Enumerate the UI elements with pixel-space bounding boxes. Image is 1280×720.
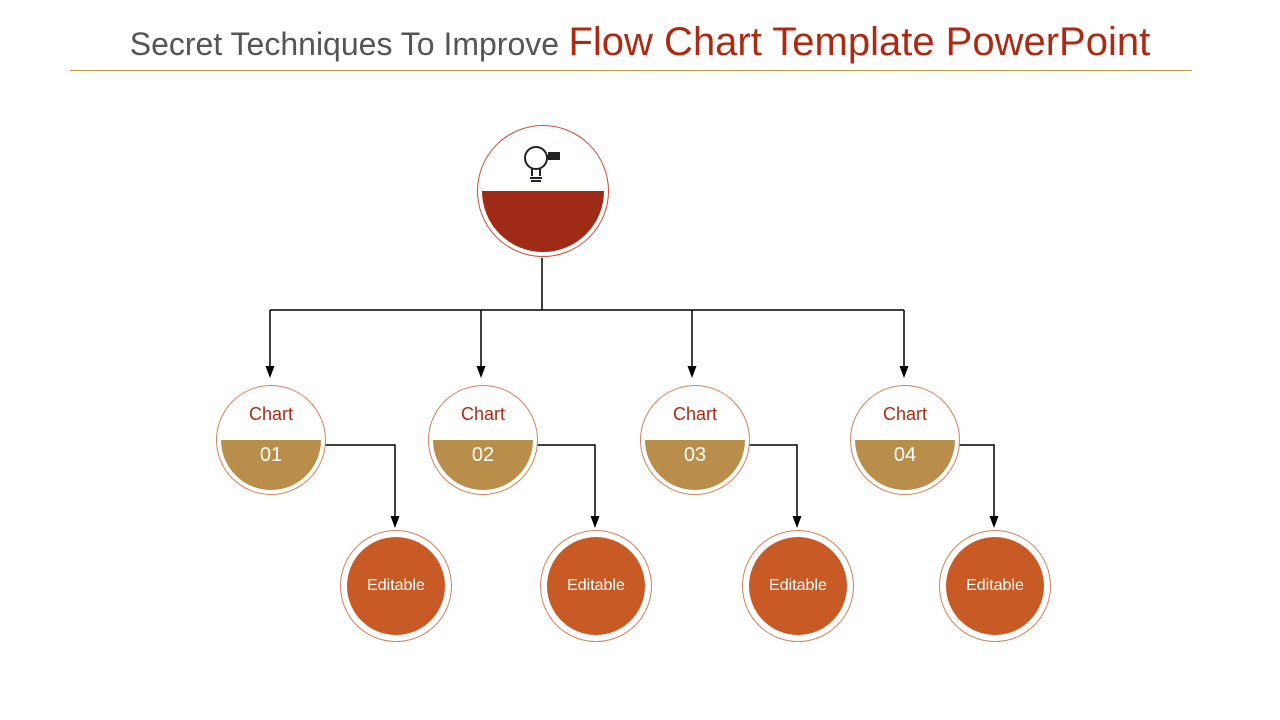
- lightbulb-icon: [518, 144, 568, 184]
- chart-label: Chart: [641, 404, 749, 425]
- chart-number: 04: [851, 444, 959, 467]
- chart-node-4: Chart 04: [850, 385, 960, 495]
- chart-label: Chart: [217, 404, 325, 425]
- leaf-label: Editable: [769, 577, 827, 595]
- leaf-inner: Editable: [946, 537, 1044, 635]
- leaf-label: Editable: [966, 577, 1024, 595]
- leaf-node-1: Editable: [340, 530, 452, 642]
- title-underline: [70, 70, 1192, 71]
- leaf-node-3: Editable: [742, 530, 854, 642]
- leaf-label: Editable: [567, 577, 625, 595]
- chart-node-1: Chart 01: [216, 385, 326, 495]
- chart-number: 02: [429, 444, 537, 467]
- chart-node-2: Chart 02: [428, 385, 538, 495]
- chart-label: Chart: [429, 404, 537, 425]
- title-second: Flow Chart Template PowerPoint: [568, 20, 1150, 64]
- chart-node-3: Chart 03: [640, 385, 750, 495]
- chart-number: 01: [217, 444, 325, 467]
- chart-label: Chart: [851, 404, 959, 425]
- title-first: Secret Techniques To Improve: [130, 26, 559, 62]
- leaf-inner: Editable: [749, 537, 847, 635]
- root-half-fill: [482, 191, 604, 252]
- leaf-node-4: Editable: [939, 530, 1051, 642]
- root-node: [477, 125, 609, 257]
- leaf-label: Editable: [367, 577, 425, 595]
- slide: Secret Techniques To Improve Flow Chart …: [0, 0, 1280, 720]
- slide-title: Secret Techniques To Improve Flow Chart …: [0, 20, 1280, 65]
- leaf-node-2: Editable: [540, 530, 652, 642]
- leaf-inner: Editable: [347, 537, 445, 635]
- chart-number: 03: [641, 444, 749, 467]
- leaf-inner: Editable: [547, 537, 645, 635]
